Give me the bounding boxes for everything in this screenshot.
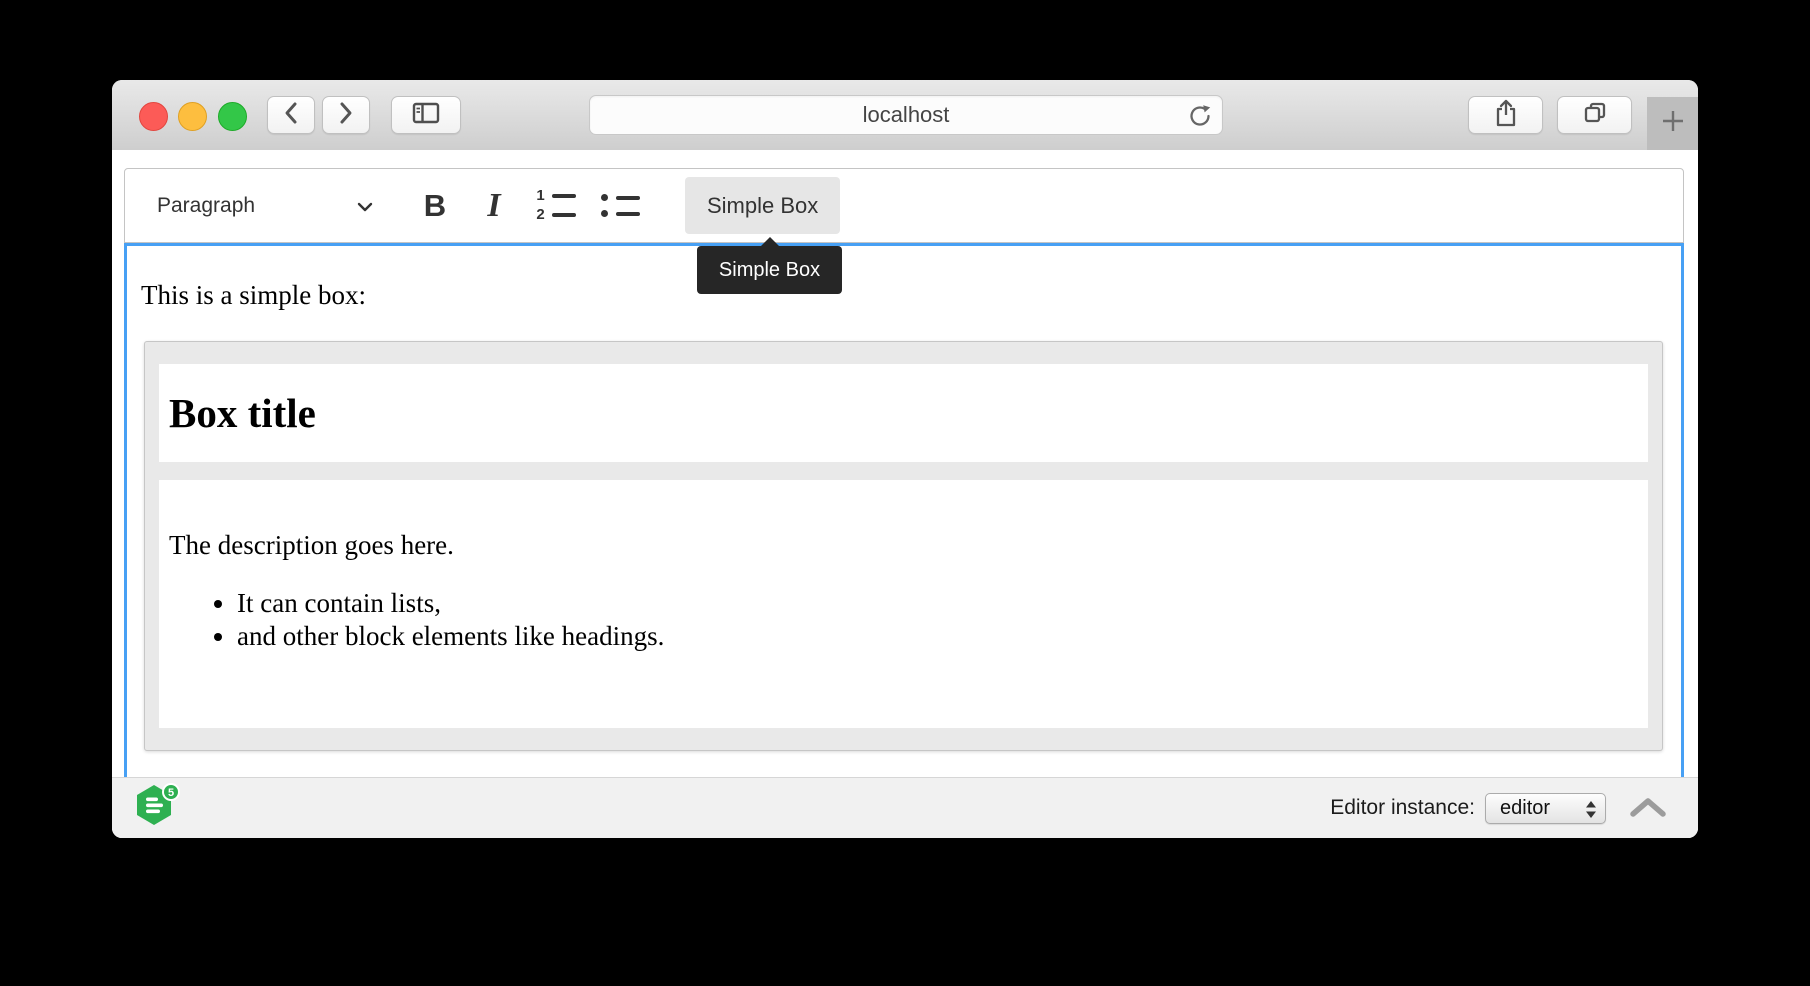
bulleted-list-icon [600,194,640,217]
editor-instance-select[interactable]: editor [1485,793,1606,824]
simple-box-title[interactable]: Box title [159,364,1648,462]
numbered-list-icon: 1 2 [536,191,576,220]
tabs-icon [1582,100,1608,131]
tooltip-text: Simple Box [719,259,820,282]
reload-button[interactable] [1186,102,1214,130]
editor-editable-area[interactable]: This is a simple box: Box title The desc… [124,243,1684,777]
heading-dropdown[interactable]: Paragraph [135,177,387,234]
browser-window: localhost [112,80,1698,838]
simple-box-button[interactable]: Simple Box [685,177,840,234]
bulleted-list-button[interactable] [591,177,649,234]
ckeditor-logo-icon: 5 [134,783,192,834]
list-item[interactable]: It can contain lists, [237,587,1638,620]
chevron-up-icon [1628,796,1668,820]
logo-badge-count: 5 [168,786,174,798]
editor-instance-label: Editor instance: [1330,796,1475,820]
chevron-down-icon [357,194,373,218]
chevron-left-icon [283,101,299,130]
address-bar[interactable]: localhost [589,95,1223,135]
bold-icon: B [424,188,446,224]
numbered-list-button[interactable]: 1 2 [527,177,585,234]
description-paragraph[interactable]: The description goes here. [169,530,1638,561]
description-list: It can contain lists, and other block el… [169,587,1638,653]
intro-paragraph[interactable]: This is a simple box: [141,280,1681,311]
simple-box-widget[interactable]: Box title The description goes here. It … [144,341,1663,751]
plus-icon [1660,108,1686,139]
reload-icon [1187,103,1213,129]
back-button[interactable] [267,96,315,134]
status-bar: 5 Editor instance: editor [112,777,1698,838]
new-tab-button[interactable] [1647,97,1698,150]
tab-overview-button[interactable] [1557,96,1632,134]
address-bar-url: localhost [863,102,950,128]
simple-box-description[interactable]: The description goes here. It can contai… [159,480,1648,728]
forward-button[interactable] [322,96,370,134]
bold-button[interactable]: B [407,177,463,234]
sidebar-icon [411,101,441,130]
heading-dropdown-label: Paragraph [157,194,255,218]
share-button[interactable] [1468,96,1543,134]
selected-instance-value: editor [1500,797,1550,820]
italic-icon: I [487,187,500,225]
zoom-window-button[interactable] [218,102,247,131]
page-viewport: Paragraph B I 1 2 [112,150,1698,838]
select-spinner-icon [1585,800,1597,819]
italic-button[interactable]: I [469,177,519,234]
editor-toolbar: Paragraph B I 1 2 [124,168,1684,243]
minimize-window-button[interactable] [178,102,207,131]
share-icon [1494,98,1518,133]
close-window-button[interactable] [139,102,168,131]
chevron-right-icon [338,101,354,130]
list-item[interactable]: and other block elements like headings. [237,620,1638,653]
sidebar-toggle-button[interactable] [391,96,461,134]
simple-box-tooltip: Simple Box [697,246,842,294]
browser-titlebar: localhost [112,80,1698,151]
collapse-console-button[interactable] [1628,795,1668,821]
simple-box-button-label: Simple Box [707,193,818,219]
